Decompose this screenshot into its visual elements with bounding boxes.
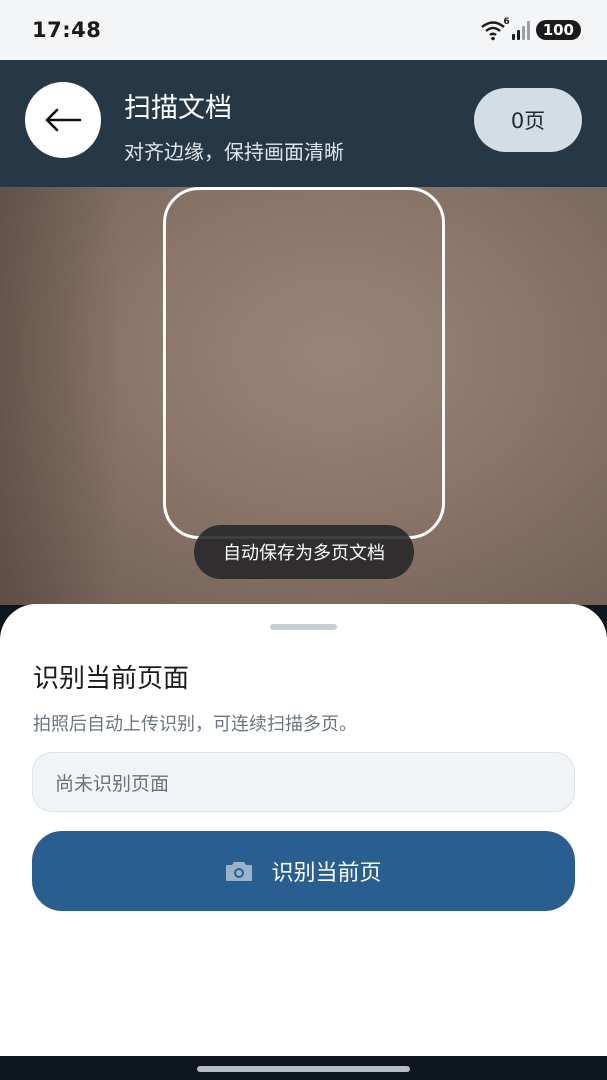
back-button[interactable] [25,82,101,158]
camera-icon [226,862,253,881]
recognize-page-button[interactable]: 识别当前页 [32,831,575,911]
scan-frame [163,187,445,539]
recognition-result-field: 尚未识别页面 [32,752,575,812]
page-subtitle: 对齐边缘，保持画面清晰 [124,140,344,164]
drag-handle[interactable] [270,624,337,630]
battery-icon: 100 [535,20,581,40]
navigation-bar [0,1056,607,1080]
wifi-icon: 6 [480,17,510,41]
header: 扫描文档 对齐边缘，保持画面清晰 0页 [0,60,607,187]
status-time: 17:48 [32,18,102,42]
page-count-button[interactable]: 0页 [474,88,582,152]
camera-preview[interactable]: 自动保存为多页文档 [0,187,607,605]
page-title: 扫描文档 [124,93,232,124]
status-bar: 17:48 6 100 [0,0,607,60]
status-icons: 6 100 [480,17,581,41]
home-indicator[interactable] [197,1066,410,1072]
bottom-sheet: 识别当前页面 拍照后自动上传识别，可连续扫描多页。 尚未识别页面 识别当前页 [0,604,607,1056]
auto-save-hint: 自动保存为多页文档 [194,525,414,579]
recognize-button-label: 识别当前页 [271,861,382,886]
signal-icon [511,20,530,40]
sheet-description: 拍照后自动上传识别，可连续扫描多页。 [33,714,357,735]
camera-shade [0,187,120,605]
arrow-left-icon [45,108,82,132]
wifi-badge: 6 [503,17,510,27]
sheet-title: 识别当前页面 [33,664,190,694]
